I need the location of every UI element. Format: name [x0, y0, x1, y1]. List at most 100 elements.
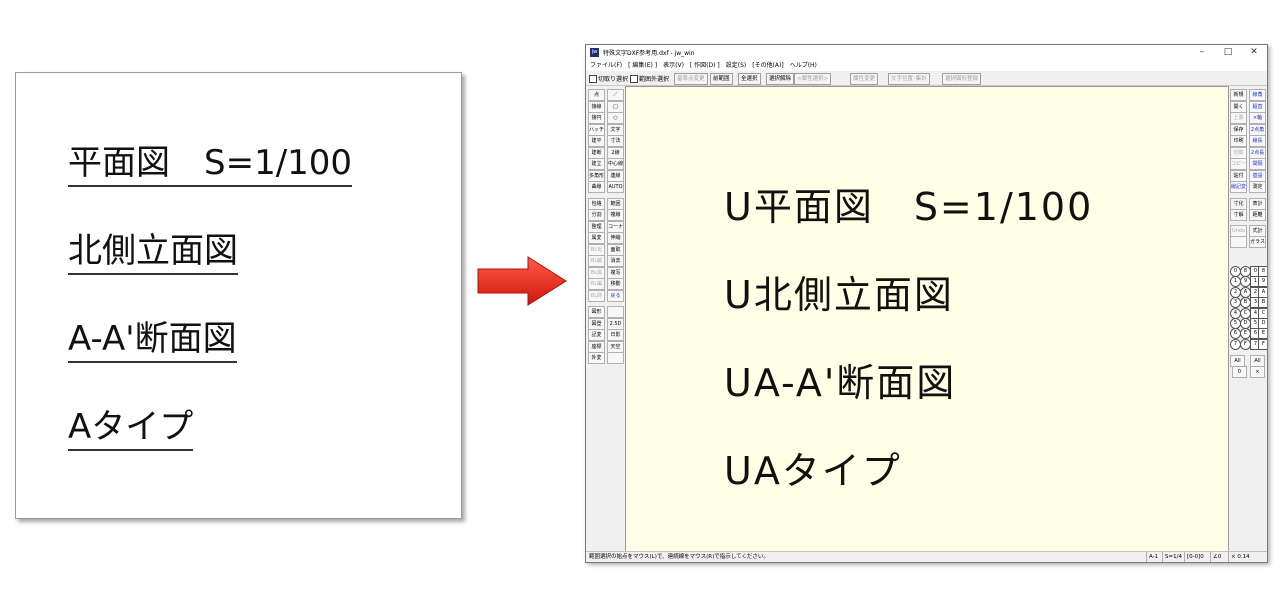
tool-button[interactable]: 寸化: [1230, 197, 1247, 210]
tool-button[interactable]: Undo: [1230, 224, 1247, 237]
tool-button[interactable]: 分割: [588, 209, 605, 221]
tool-button[interactable]: 線角: [1249, 89, 1266, 101]
tool-button[interactable]: 多角形: [588, 169, 605, 182]
minimize-button[interactable]: –: [1189, 45, 1215, 60]
tool-button[interactable]: 切取: [1230, 146, 1247, 159]
tool-button[interactable]: BL解: [588, 255, 605, 267]
tool-button[interactable]: 線長: [1249, 135, 1266, 147]
tool-button[interactable]: 2点長: [1249, 146, 1266, 159]
menu-settings[interactable]: 設定(S): [726, 60, 747, 71]
select-all-button[interactable]: 全選択: [738, 73, 761, 85]
tool-button[interactable]: 距離: [1249, 209, 1266, 221]
tool-button[interactable]: 文字: [607, 123, 624, 136]
tool-button[interactable]: 範囲: [607, 197, 624, 210]
tool-button[interactable]: 貼付: [1230, 169, 1247, 182]
tool-button[interactable]: AUTO: [607, 181, 624, 193]
tool-button[interactable]: 連線: [607, 169, 624, 182]
tool-button[interactable]: 包絡: [588, 197, 605, 210]
attr-change-button[interactable]: 属性変更: [850, 73, 879, 85]
tool-button[interactable]: BL化: [588, 243, 605, 256]
tool-button[interactable]: 図形: [588, 306, 605, 318]
tool-button[interactable]: 寸法: [607, 135, 624, 147]
tool-button[interactable]: BL属: [588, 266, 605, 279]
menu-edit[interactable]: [ 編集(E) ]: [628, 60, 657, 71]
layer-button[interactable]: D: [1258, 318, 1267, 329]
tool-button[interactable]: 新規: [1230, 89, 1247, 101]
layer-group-button[interactable]: 8: [1240, 266, 1251, 277]
tool-button[interactable]: 接円: [588, 112, 605, 124]
menu-help[interactable]: ヘルプ(H): [790, 60, 817, 71]
tool-button[interactable]: 寸解: [1230, 209, 1247, 221]
tool-button[interactable]: 式計: [1249, 224, 1266, 237]
register-shape-button[interactable]: 選択図形登録: [942, 73, 982, 85]
out-range-checkbox[interactable]: 範囲外選択: [630, 74, 669, 83]
tool-button[interactable]: ○: [607, 112, 624, 124]
tool-button[interactable]: 複写: [607, 266, 624, 279]
tool-button[interactable]: 建平: [588, 135, 605, 147]
tool-button[interactable]: 表計: [1249, 197, 1266, 210]
layer-group-button[interactable]: A: [1240, 286, 1251, 298]
tool-button[interactable]: [1230, 236, 1247, 248]
layer-group-button[interactable]: F: [1240, 338, 1251, 350]
tool-button[interactable]: BL編: [588, 278, 605, 290]
canvas-text-plan[interactable]: U平面図 S=1/100: [724, 185, 1093, 229]
tool-button[interactable]: 座標: [588, 340, 605, 353]
canvas-text-type[interactable]: UAタイプ: [724, 449, 902, 493]
tool-button[interactable]: □: [607, 100, 624, 113]
status-angle[interactable]: ∠0: [1210, 552, 1221, 562]
layer-button[interactable]: 8: [1258, 266, 1267, 277]
tool-button[interactable]: ／: [607, 89, 624, 101]
tool-button[interactable]: 線記変: [1230, 181, 1247, 193]
tool-button[interactable]: 面取: [607, 243, 624, 256]
tool-button[interactable]: 建立: [588, 158, 605, 170]
tool-button[interactable]: 接線: [588, 100, 605, 113]
tool-button[interactable]: 2.5D: [607, 317, 624, 330]
tool-button[interactable]: 整理: [588, 220, 605, 233]
drawing-canvas[interactable]: U平面図 S=1/100 U北側立面図 UA-A'断面図 UAタイプ: [625, 86, 1229, 553]
tool-button[interactable]: 移動: [607, 278, 624, 290]
prev-range-button[interactable]: 前範囲: [710, 73, 733, 85]
tool-button[interactable]: 戻る: [607, 289, 624, 302]
canvas-text-section[interactable]: UA-A'断面図: [724, 361, 956, 405]
layer-button[interactable]: 9: [1258, 276, 1267, 288]
tool-button[interactable]: 中心線: [607, 158, 624, 170]
all-layers-button[interactable]: 0: [1232, 366, 1247, 378]
tool-button[interactable]: 保存: [1230, 123, 1247, 136]
layer-group-button[interactable]: D: [1240, 318, 1251, 329]
layer-button[interactable]: A: [1258, 286, 1267, 298]
tool-button[interactable]: BL終: [588, 289, 605, 302]
tool-button[interactable]: 日影: [607, 329, 624, 341]
all-layers-button[interactable]: ×: [1250, 366, 1265, 378]
status-scale[interactable]: S=1/4: [1162, 552, 1182, 562]
layer-button[interactable]: E: [1258, 328, 1267, 340]
tool-button[interactable]: 伸縮: [607, 232, 624, 244]
tool-button[interactable]: 複線: [607, 209, 624, 221]
tool-button[interactable]: 鉛直: [1249, 100, 1266, 113]
layer-button[interactable]: F: [1258, 338, 1267, 350]
menu-other[interactable]: [その他(A)]: [752, 60, 783, 71]
tool-button[interactable]: 属変: [588, 232, 605, 244]
cut-select-checkbox[interactable]: 切取り選択: [589, 74, 628, 83]
menu-file[interactable]: ファイル(F): [590, 60, 622, 71]
menu-view[interactable]: 表示(V): [663, 60, 684, 71]
layer-button[interactable]: B: [1258, 297, 1267, 309]
tool-button[interactable]: 上書: [1230, 112, 1247, 124]
tool-button[interactable]: ハッチ: [588, 123, 605, 136]
text-pos-button[interactable]: 文字位置･集計: [888, 73, 930, 85]
tool-button[interactable]: 基設: [1249, 169, 1266, 182]
tool-button[interactable]: 2線: [607, 146, 624, 159]
status-layer[interactable]: [0-0]0: [1184, 552, 1204, 562]
tool-button[interactable]: 消去: [607, 255, 624, 267]
menu-draw[interactable]: [ 作図(D) ]: [690, 60, 720, 71]
tool-button[interactable]: 点: [588, 89, 605, 101]
tool-button[interactable]: 間隔: [1249, 158, 1266, 170]
tool-button[interactable]: 建断: [588, 146, 605, 159]
tool-button[interactable]: 図登: [588, 317, 605, 330]
tool-button[interactable]: 曲線: [588, 181, 605, 193]
close-button[interactable]: ✕: [1241, 45, 1267, 60]
tool-button[interactable]: ×軸: [1249, 112, 1266, 124]
tool-button[interactable]: 天空: [607, 340, 624, 353]
layer-group-button[interactable]: C: [1240, 307, 1251, 319]
tool-button[interactable]: コピー: [1230, 158, 1247, 170]
tool-button[interactable]: 記変: [588, 329, 605, 341]
